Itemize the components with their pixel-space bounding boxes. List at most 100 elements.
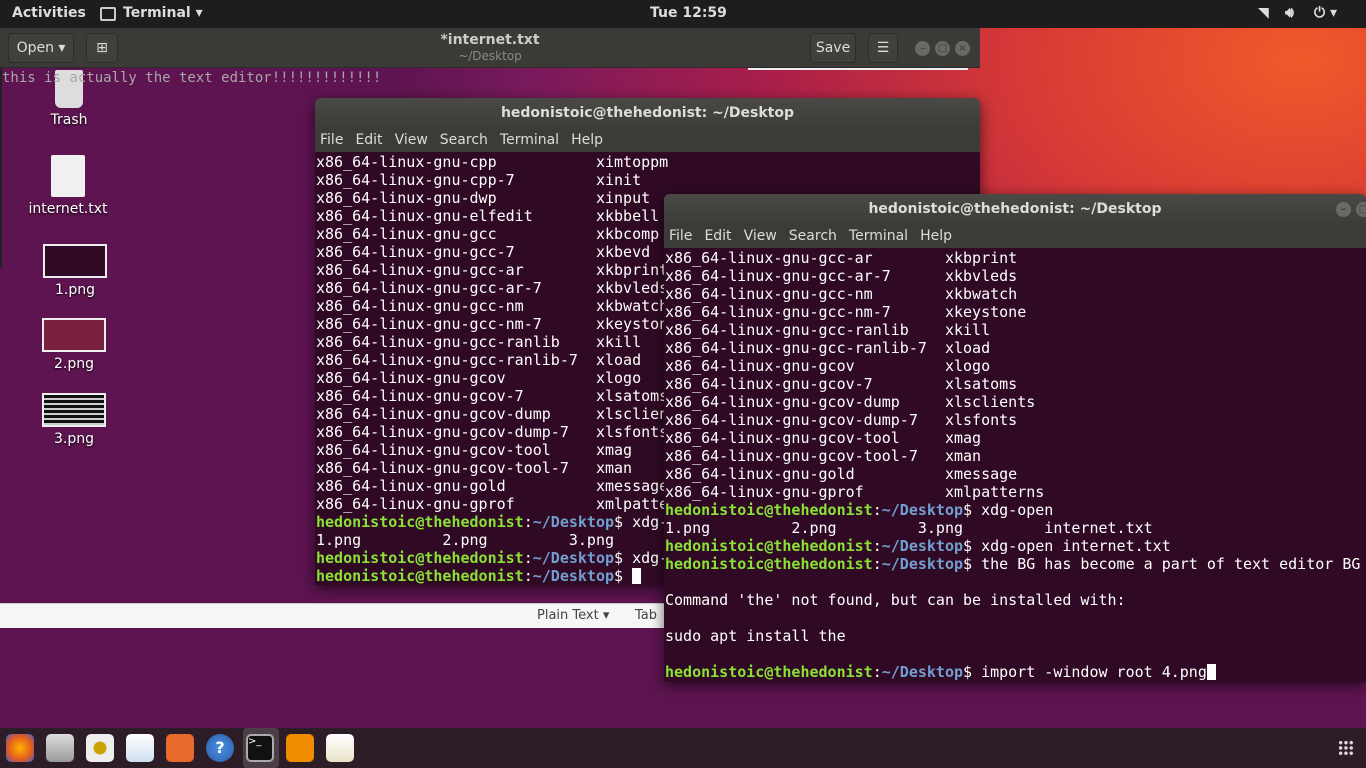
terminal-line: x86_64-linux-gnu-gcc-ranlib xkill: [665, 321, 1366, 339]
image-thumbnail: [42, 393, 106, 427]
text-cursor: [632, 568, 642, 584]
terminal-line: x86_64-linux-gnu-gcc-nm xkbwatch: [665, 285, 1366, 303]
output-text: x86_64-linux-gnu-gcc-7 xkbevd: [316, 243, 651, 261]
output-text: x86_64-linux-gnu-gcc-ranlib xkill: [316, 333, 642, 351]
output-text: x86_64-linux-gnu-gcc-ar xkbprint: [665, 249, 1018, 267]
output-text: x86_64-linux-gnu-dwp xinput: [316, 189, 651, 207]
firefox-icon[interactable]: [6, 734, 34, 762]
prompt-user: hedonistoic@thehedonist: [665, 663, 873, 681]
rhythmbox-icon[interactable]: [86, 734, 114, 762]
terminal-line: sudo apt install the: [665, 627, 1366, 645]
prompt-user: hedonistoic@thehedonist: [665, 537, 873, 555]
menu-help[interactable]: Help: [920, 228, 952, 244]
prompt-line: hedonistoic@thehedonist:~/Desktop$ xdg-o…: [665, 501, 1366, 519]
prompt-user: hedonistoic@thehedonist: [316, 549, 524, 567]
volume-icon[interactable]: 🔊︎: [1285, 5, 1294, 21]
menu-edit[interactable]: Edit: [355, 132, 382, 148]
close-button[interactable]: ×: [955, 41, 970, 56]
output-text: x86_64-linux-gnu-gcov-tool-7 xman: [665, 447, 982, 465]
minimize-button[interactable]: –: [915, 41, 930, 56]
vlc-icon[interactable]: [286, 734, 314, 762]
terminal-line: x86_64-linux-gnu-gcov-dump xlsclients: [665, 393, 1366, 411]
output-text: x86_64-linux-gnu-gcc xkbcomp: [316, 225, 660, 243]
tab-width-selector[interactable]: Tab: [635, 608, 657, 623]
prompt-path: ~/Desktop: [881, 555, 964, 573]
menu-search[interactable]: Search: [789, 228, 837, 244]
terminal-line: x86_64-linux-gnu-gcov-tool xmag: [665, 429, 1366, 447]
libreoffice-impress-icon[interactable]: [126, 734, 154, 762]
menu-help[interactable]: Help: [571, 132, 603, 148]
clock[interactable]: Tue 12:59: [650, 5, 727, 21]
command-text: $: [614, 567, 633, 585]
desktop-1-png[interactable]: 1.png: [30, 244, 120, 298]
terminal-line: x86_64-linux-gnu-gcov-tool-7 xman: [665, 447, 1366, 465]
language-selector[interactable]: Plain Text ▾: [537, 608, 609, 623]
menu-terminal[interactable]: Terminal: [849, 228, 908, 244]
prompt-path: ~/Desktop: [881, 501, 964, 519]
image-thumbnail: [43, 244, 107, 278]
output-text: x86_64-linux-gnu-gprof xmlpatterns: [665, 483, 1045, 501]
app-menu[interactable]: Terminal ▾: [123, 5, 203, 21]
maximize-button[interactable]: □: [935, 41, 950, 56]
command-text: $ xdg-open internet.txt: [963, 537, 1171, 555]
menu-file[interactable]: File: [320, 132, 343, 148]
terminal-output[interactable]: x86_64-linux-gnu-gcc-ar xkbprint x86_64-l…: [664, 248, 1366, 681]
hamburger-menu-button[interactable]: ☰: [868, 33, 898, 63]
software-center-icon[interactable]: [166, 734, 194, 762]
terminal-titlebar[interactable]: hedonistoic@thehedonist: ~/Desktop – □: [664, 194, 1366, 224]
terminal-line: Command 'the' not found, but can be inst…: [665, 591, 1366, 609]
command-text: $ import -window root 4.png: [963, 663, 1207, 681]
prompt-user: hedonistoic@thehedonist: [316, 567, 524, 585]
desktop-internet-txt[interactable]: internet.txt: [23, 155, 113, 217]
prompt-line: hedonistoic@thehedonist:~/Desktop$ the B…: [665, 555, 1366, 573]
terminal-icon[interactable]: >_: [246, 734, 274, 762]
new-tab-button[interactable]: ⊞: [86, 33, 118, 63]
terminal-titlebar[interactable]: hedonistoic@thehedonist: ~/Desktop: [315, 98, 980, 128]
network-icon[interactable]: ◥: [1258, 5, 1269, 21]
terminal-line: x86_64-linux-gnu-gcov-dump-7 xlsfonts: [665, 411, 1366, 429]
files-icon[interactable]: [46, 734, 74, 762]
power-icon[interactable]: ⏻ ▾: [1314, 5, 1337, 21]
desktop-3-png[interactable]: 3.png: [29, 393, 119, 447]
prompt-sep: :: [523, 549, 533, 567]
menu-file[interactable]: File: [669, 228, 692, 244]
file-label: internet.txt: [28, 201, 108, 217]
output-text: x86_64-linux-gnu-elfedit xkbbell: [316, 207, 660, 225]
menu-view[interactable]: View: [744, 228, 777, 244]
open-button[interactable]: Open ▾: [8, 33, 74, 63]
save-button[interactable]: Save: [810, 33, 856, 63]
top-bar: Activities Terminal ▾ Tue 12:59 ◥ 🔊︎ ⏻ ▾: [0, 0, 1366, 28]
menu-view[interactable]: View: [395, 132, 428, 148]
prompt-sep: :: [872, 663, 882, 681]
output-text: 1.png 2.png 3.png: [316, 531, 615, 549]
menu-terminal[interactable]: Terminal: [500, 132, 559, 148]
terminal-menubar: File Edit View Search Terminal Help: [664, 224, 1366, 248]
output-text: x86_64-linux-gnu-gcov xlogo: [316, 369, 642, 387]
minimize-button[interactable]: –: [1336, 202, 1351, 217]
gedit-headerbar: Open ▾ ⊞ *internet.txt ~/Desktop Save ☰ …: [0, 28, 980, 68]
help-icon[interactable]: ?: [206, 734, 234, 762]
text-editor-icon[interactable]: [326, 734, 354, 762]
command-text: $ xdg-open: [963, 501, 1054, 519]
file-label: 2.png: [53, 356, 94, 372]
terminal-line: x86_64-linux-gnu-gold xmessage: [665, 465, 1366, 483]
menu-edit[interactable]: Edit: [704, 228, 731, 244]
prompt-path: ~/Desktop: [532, 513, 615, 531]
terminal-window-front[interactable]: hedonistoic@thehedonist: ~/Desktop – □ F…: [664, 194, 1366, 682]
menu-search[interactable]: Search: [440, 132, 488, 148]
activities-button[interactable]: Activities: [12, 5, 86, 21]
output-text: x86_64-linux-gnu-gcov-dump-7 xlsfonts: [665, 411, 1018, 429]
maximize-button[interactable]: □: [1356, 202, 1366, 217]
trash-label: Trash: [50, 112, 88, 128]
output-text: x86_64-linux-gnu-gcc-ranlib-7 xload: [316, 351, 642, 369]
output-text: x86_64-linux-gnu-gcc-ar-7 xkbvleds: [316, 279, 669, 297]
show-apps-icon[interactable]: [1338, 740, 1354, 756]
file-label: 1.png: [54, 282, 95, 298]
prompt-sep: :: [872, 537, 882, 555]
desktop-2-png[interactable]: 2.png: [29, 318, 119, 372]
terminal-line: x86_64-linux-gnu-gcc-ar-7 xkbvleds: [665, 267, 1366, 285]
prompt-user: hedonistoic@thehedonist: [665, 501, 873, 519]
editor-text-area[interactable]: this is actually the text editor!!!!!!!!…: [2, 70, 381, 86]
